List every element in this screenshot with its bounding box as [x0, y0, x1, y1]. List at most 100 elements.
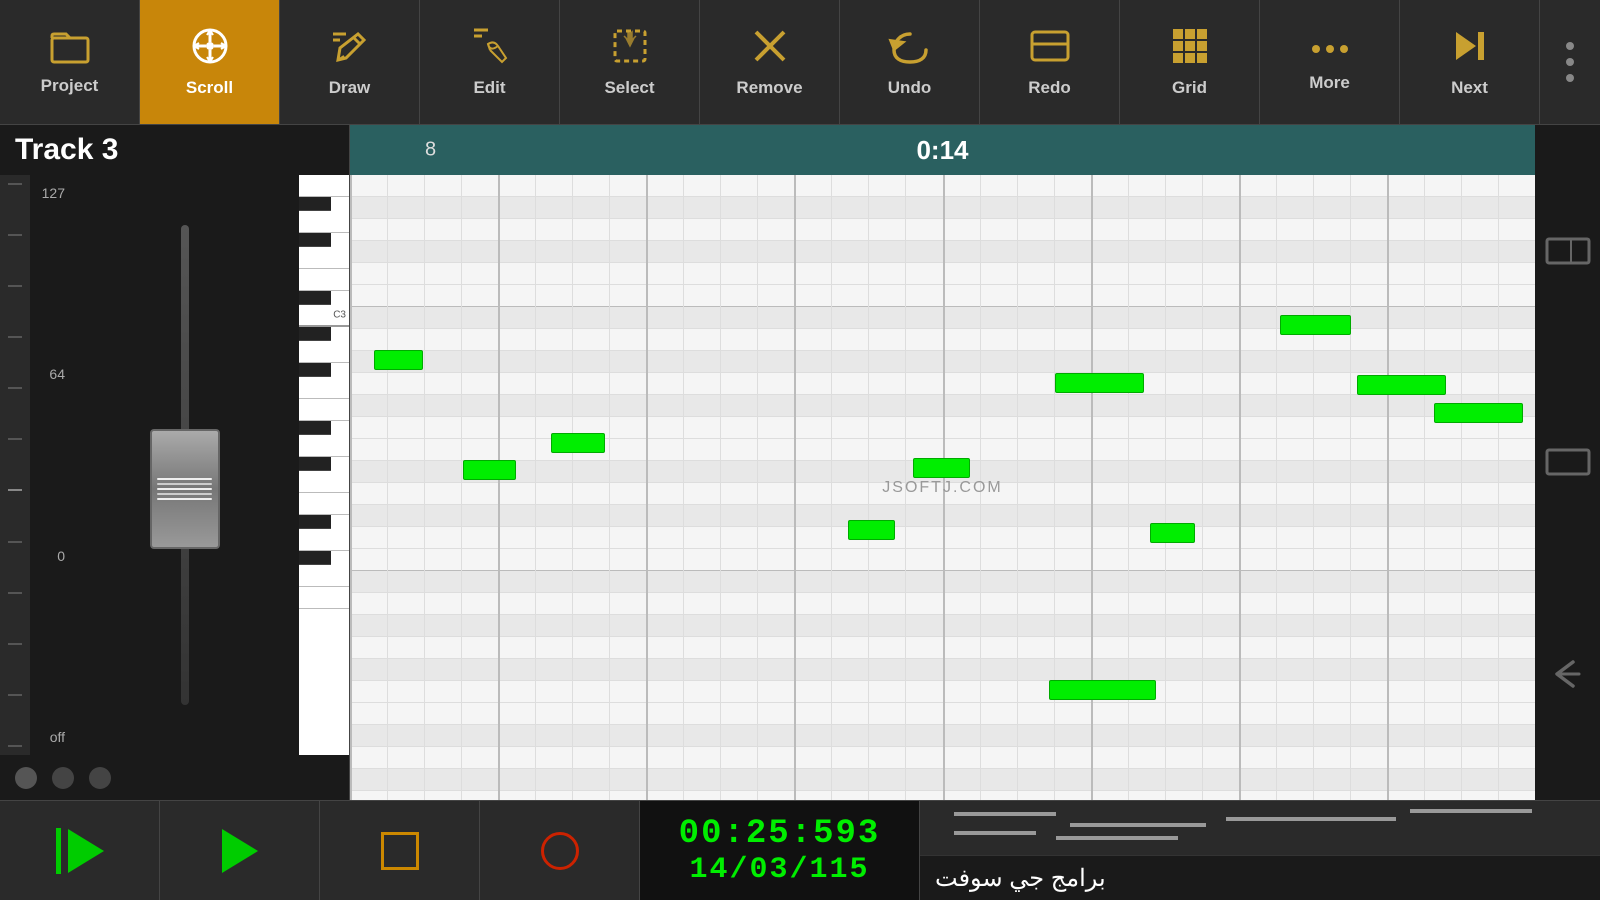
redo-button[interactable]: Redo: [980, 0, 1120, 124]
remove-icon: [750, 26, 790, 72]
back-button[interactable]: [1540, 647, 1595, 702]
edit-button[interactable]: Edit: [420, 0, 560, 124]
time-display: 0:14: [916, 135, 968, 166]
fader-handle[interactable]: [150, 429, 220, 549]
project-label: Project: [41, 76, 99, 96]
midi-note[interactable]: [374, 350, 424, 370]
scroll-icon: [190, 26, 230, 72]
piano-key-black[interactable]: [299, 197, 331, 211]
piano-key-black[interactable]: [299, 291, 331, 305]
minimize-button[interactable]: [1540, 435, 1595, 490]
piano-key-white[interactable]: [299, 471, 349, 493]
fader-line: [157, 483, 212, 485]
piano-key-white[interactable]: [299, 587, 349, 609]
menu-button[interactable]: [1540, 0, 1600, 124]
midi-note[interactable]: [1434, 403, 1523, 423]
slider-mark: [8, 336, 22, 338]
midi-note[interactable]: [1150, 523, 1195, 543]
midi-note[interactable]: [1280, 315, 1351, 335]
mini-note: [1410, 809, 1532, 813]
slider-mark: [8, 643, 22, 645]
more-button[interactable]: More: [1260, 0, 1400, 124]
select-button[interactable]: Select: [560, 0, 700, 124]
scroll-button[interactable]: Scroll: [140, 0, 280, 124]
piano-key-black[interactable]: [299, 327, 331, 341]
controls-row: 127 64 0 off: [0, 175, 349, 755]
main-area: Track 3 127 64 0: [0, 125, 1600, 800]
piano-key-white[interactable]: [299, 493, 349, 515]
piano-key-white[interactable]: [299, 529, 349, 551]
piano-keyboard: C3: [299, 175, 349, 755]
midi-note[interactable]: [1357, 375, 1446, 395]
midi-note[interactable]: [1049, 680, 1156, 700]
stop-button[interactable]: [320, 801, 480, 900]
midi-note[interactable]: [463, 460, 516, 480]
midi-note[interactable]: [551, 433, 604, 453]
remove-button[interactable]: Remove: [700, 0, 840, 124]
vol-max: 127: [35, 185, 65, 201]
piano-key-black[interactable]: [299, 233, 331, 247]
mini-note: [1226, 817, 1396, 821]
piano-key-white[interactable]: [299, 565, 349, 587]
undo-label: Undo: [888, 78, 931, 98]
draw-button[interactable]: Draw: [280, 0, 420, 124]
piano-key-white[interactable]: [299, 211, 349, 233]
draw-icon: [330, 26, 370, 72]
piano-key-black[interactable]: [299, 457, 331, 471]
expand-button[interactable]: [1540, 223, 1595, 278]
slider-mark: [8, 592, 22, 594]
velocity-slider-track: [0, 175, 30, 755]
track-header: Track 3: [0, 125, 349, 175]
timecode-sub: 14/03/115: [689, 853, 869, 887]
dot-3: [89, 767, 111, 789]
remove-label: Remove: [736, 78, 802, 98]
record-button[interactable]: [480, 801, 640, 900]
grid-icon: [1170, 26, 1210, 72]
piano-key-black[interactable]: [299, 421, 331, 435]
piano-key-black[interactable]: [299, 515, 331, 529]
redo-icon: [1028, 26, 1072, 72]
piano-key-white[interactable]: [299, 341, 349, 363]
vol-off: off: [35, 729, 65, 745]
grid-button[interactable]: Grid: [1120, 0, 1260, 124]
vol-zero: 0: [35, 548, 65, 564]
left-panel: Track 3 127 64 0: [0, 125, 350, 800]
undo-button[interactable]: Undo: [840, 0, 980, 124]
play-icon-skip: [68, 829, 104, 873]
draw-label: Draw: [329, 78, 371, 98]
more-icon: [1308, 31, 1352, 67]
fader-line: [157, 493, 212, 495]
record-icon: [541, 832, 579, 870]
grid-area[interactable]: JSOFTJ.COM: [350, 175, 1535, 800]
piano-key-c3[interactable]: C3: [299, 305, 349, 327]
slider-mark: [8, 285, 22, 287]
piano-key-white[interactable]: [299, 175, 349, 197]
skip-play-button[interactable]: [0, 801, 160, 900]
slider-mark: [8, 387, 22, 389]
mini-note: [1056, 836, 1178, 840]
midi-note[interactable]: [1055, 373, 1144, 393]
edit-icon: [470, 26, 510, 72]
piano-key-white[interactable]: [299, 247, 349, 269]
toolbar: Project Scroll Draw: [0, 0, 1600, 125]
piano-key-white[interactable]: [299, 377, 349, 399]
piano-key-black[interactable]: [299, 363, 331, 377]
piano-key-white[interactable]: [299, 269, 349, 291]
piano-key-black[interactable]: [299, 551, 331, 565]
midi-note[interactable]: [913, 458, 970, 478]
mini-grid: [920, 801, 1600, 855]
volume-labels: 127 64 0 off: [30, 175, 70, 755]
fader-track: [181, 225, 189, 705]
right-side-panel: [1535, 125, 1600, 800]
slider-mark-center: [8, 489, 22, 491]
mini-note: [1070, 823, 1206, 827]
piano-key-white[interactable]: [299, 399, 349, 421]
project-button[interactable]: Project: [0, 0, 140, 124]
midi-note[interactable]: [848, 520, 895, 540]
slider-mark: [8, 438, 22, 440]
mini-note: [954, 812, 1056, 816]
piano-key-white[interactable]: [299, 435, 349, 457]
play-button[interactable]: [160, 801, 320, 900]
next-label: Next: [1451, 78, 1488, 98]
next-button[interactable]: Next: [1400, 0, 1540, 124]
